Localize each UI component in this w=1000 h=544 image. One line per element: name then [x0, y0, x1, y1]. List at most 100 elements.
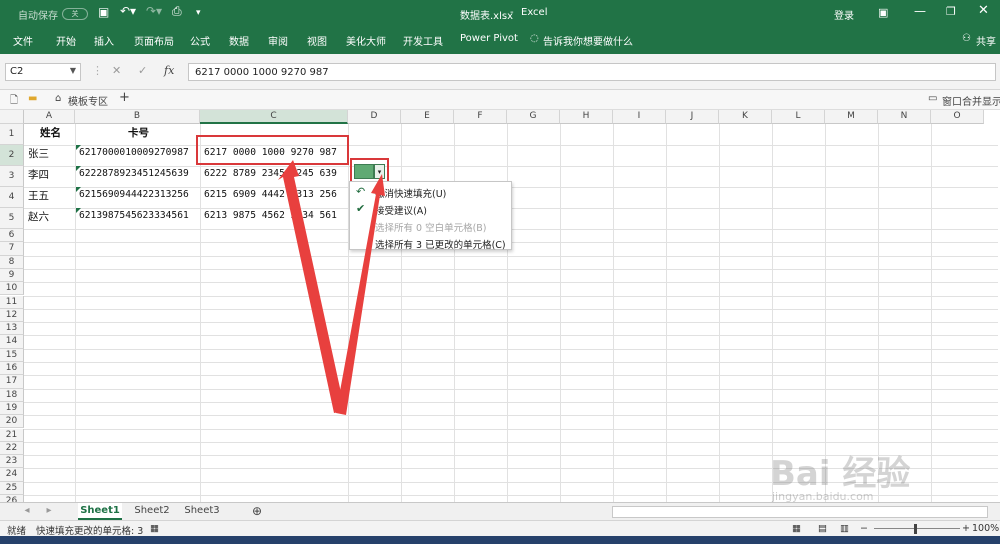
menu-item-accept[interactable]: 接受建议(A): [375, 203, 427, 217]
row-header-8[interactable]: 8: [0, 255, 24, 269]
column-header-A[interactable]: A: [24, 110, 75, 124]
row-header-22[interactable]: 22: [0, 441, 24, 456]
login-button[interactable]: 登录: [834, 7, 854, 22]
cell-A2[interactable]: 张三: [25, 146, 49, 161]
zoom-level[interactable]: 100%: [972, 523, 999, 534]
sheet-next-icon[interactable]: ▸: [42, 503, 56, 520]
tab-review[interactable]: 审阅: [268, 33, 288, 48]
cell-A3[interactable]: 李四: [25, 167, 49, 182]
column-header-B[interactable]: B: [75, 110, 200, 124]
cell-B1[interactable]: 卡号: [76, 125, 201, 140]
row-header-20[interactable]: 20: [0, 415, 24, 429]
sheet-prev-icon[interactable]: ◂: [20, 503, 34, 520]
cell-A1[interactable]: 姓名: [25, 125, 76, 140]
row-header-9[interactable]: 9: [0, 268, 24, 283]
enter-icon[interactable]: ✓: [138, 64, 147, 77]
column-header-C[interactable]: C: [200, 110, 348, 124]
cell-B5[interactable]: 6213987545623334561: [76, 210, 189, 221]
add-sheet-icon[interactable]: ⊕: [248, 503, 266, 520]
row-header-16[interactable]: 16: [0, 362, 24, 376]
minimize-icon[interactable]: —: [914, 4, 926, 18]
column-header-D[interactable]: D: [348, 110, 401, 124]
chevron-down-icon[interactable]: ▼: [70, 66, 76, 75]
menu-item-undo-flashfill[interactable]: 撤消快速填充(U): [375, 186, 446, 200]
restore-icon[interactable]: ❐: [946, 5, 956, 18]
ribbon-display-icon[interactable]: ▣: [878, 6, 888, 19]
customize-toolbar-icon[interactable]: ▾: [196, 8, 201, 18]
row-header-15[interactable]: 15: [0, 348, 24, 362]
select-all-corner[interactable]: [0, 110, 24, 124]
tell-me-box[interactable]: 告诉我你想要做什么: [543, 33, 633, 48]
cell-B4[interactable]: 6215690944422313256: [76, 189, 189, 200]
row-header-1[interactable]: 1: [0, 124, 24, 145]
menu-item-select-changed[interactable]: 选择所有 3 已更改的单元格(C): [375, 237, 506, 251]
tab-beautify[interactable]: 美化大师: [346, 33, 386, 48]
tab-file[interactable]: 文件: [13, 33, 33, 48]
cancel-icon[interactable]: ✕: [112, 64, 121, 77]
redo-icon[interactable]: ↷▾: [146, 4, 162, 18]
undo-icon[interactable]: ↶▾: [120, 4, 136, 18]
row-header-18[interactable]: 18: [0, 388, 24, 402]
zoom-in-icon[interactable]: +: [962, 523, 970, 534]
row-header-25[interactable]: 25: [0, 481, 24, 495]
row-header-11[interactable]: 11: [0, 295, 24, 309]
row-header-5[interactable]: 5: [0, 208, 24, 229]
window-merge-icon[interactable]: ▭: [928, 93, 937, 104]
column-header-N[interactable]: N: [878, 110, 931, 124]
column-header-F[interactable]: F: [454, 110, 507, 124]
cell-B3[interactable]: 6222878923451245639: [76, 168, 189, 179]
cell-C4[interactable]: 6215 6909 4442 2313 256: [201, 189, 337, 200]
page-break-view-icon[interactable]: ▥: [840, 523, 849, 534]
row-header-21[interactable]: 21: [0, 428, 24, 442]
normal-view-icon[interactable]: ▦: [792, 523, 801, 534]
row-header-10[interactable]: 10: [0, 282, 24, 296]
window-merge-button[interactable]: 窗口合并显示: [942, 93, 1000, 108]
column-header-E[interactable]: E: [401, 110, 454, 124]
column-header-L[interactable]: L: [772, 110, 825, 124]
share-button[interactable]: 共享: [976, 33, 996, 48]
insert-function-icon[interactable]: fx: [164, 64, 174, 77]
add-tab-icon[interactable]: +: [119, 90, 130, 105]
page-layout-view-icon[interactable]: ▤: [818, 523, 827, 534]
formula-input[interactable]: 6217 0000 1000 9270 987: [188, 63, 996, 81]
template-tab[interactable]: 模板专区: [68, 93, 108, 108]
cell-B2[interactable]: 6217000010009270987: [76, 147, 189, 158]
sheet-tab-2[interactable]: Sheet2: [130, 503, 174, 520]
zoom-out-icon[interactable]: −: [860, 523, 868, 534]
tab-view[interactable]: 视图: [307, 33, 327, 48]
tab-data[interactable]: 数据: [229, 33, 249, 48]
home-icon[interactable]: ⌂: [55, 93, 61, 104]
print-preview-icon[interactable]: ⎙: [172, 4, 182, 19]
row-header-6[interactable]: 6: [0, 229, 24, 243]
row-header-19[interactable]: 19: [0, 401, 24, 416]
tab-insert[interactable]: 插入: [94, 33, 114, 48]
new-file-icon[interactable]: 🗋: [10, 93, 18, 110]
row-header-3[interactable]: 3: [0, 166, 24, 187]
macro-record-icon[interactable]: ▦: [150, 523, 159, 534]
row-header-7[interactable]: 7: [0, 242, 24, 256]
column-header-H[interactable]: H: [560, 110, 613, 124]
name-box[interactable]: C2 ▼: [5, 63, 81, 81]
tab-power-pivot[interactable]: Power Pivot: [460, 33, 518, 44]
row-header-17[interactable]: 17: [0, 375, 24, 389]
zoom-slider-thumb[interactable]: [914, 524, 917, 534]
cell-A4[interactable]: 王五: [25, 188, 49, 203]
cell-C3[interactable]: 6222 8789 2345 1245 639: [201, 168, 337, 179]
folder-icon[interactable]: ▬: [28, 93, 37, 104]
tab-formulas[interactable]: 公式: [190, 33, 210, 48]
row-header-2[interactable]: 2: [0, 145, 24, 166]
spreadsheet-grid[interactable]: ABCDEFGHIJKLMNO 1 2 3 4 5 6 7 8 9 10 11 12 13 14 15 16 1…: [0, 110, 998, 502]
tab-developer[interactable]: 开发工具: [403, 33, 443, 48]
column-header-M[interactable]: M: [825, 110, 878, 124]
row-header-12[interactable]: 12: [0, 308, 24, 323]
sheet-tab-3[interactable]: Sheet3: [180, 503, 224, 520]
row-header-13[interactable]: 13: [0, 322, 24, 336]
sheet-tab-1[interactable]: Sheet1: [78, 503, 122, 520]
row-header-4[interactable]: 4: [0, 187, 24, 208]
column-header-O[interactable]: O: [931, 110, 984, 124]
save-icon[interactable]: ▣: [98, 5, 109, 19]
tab-page-layout[interactable]: 页面布局: [134, 33, 174, 48]
row-header-14[interactable]: 14: [0, 335, 24, 349]
cell-A5[interactable]: 赵六: [25, 209, 49, 224]
cell-C5[interactable]: 6213 9875 4562 3334 561: [201, 210, 337, 221]
